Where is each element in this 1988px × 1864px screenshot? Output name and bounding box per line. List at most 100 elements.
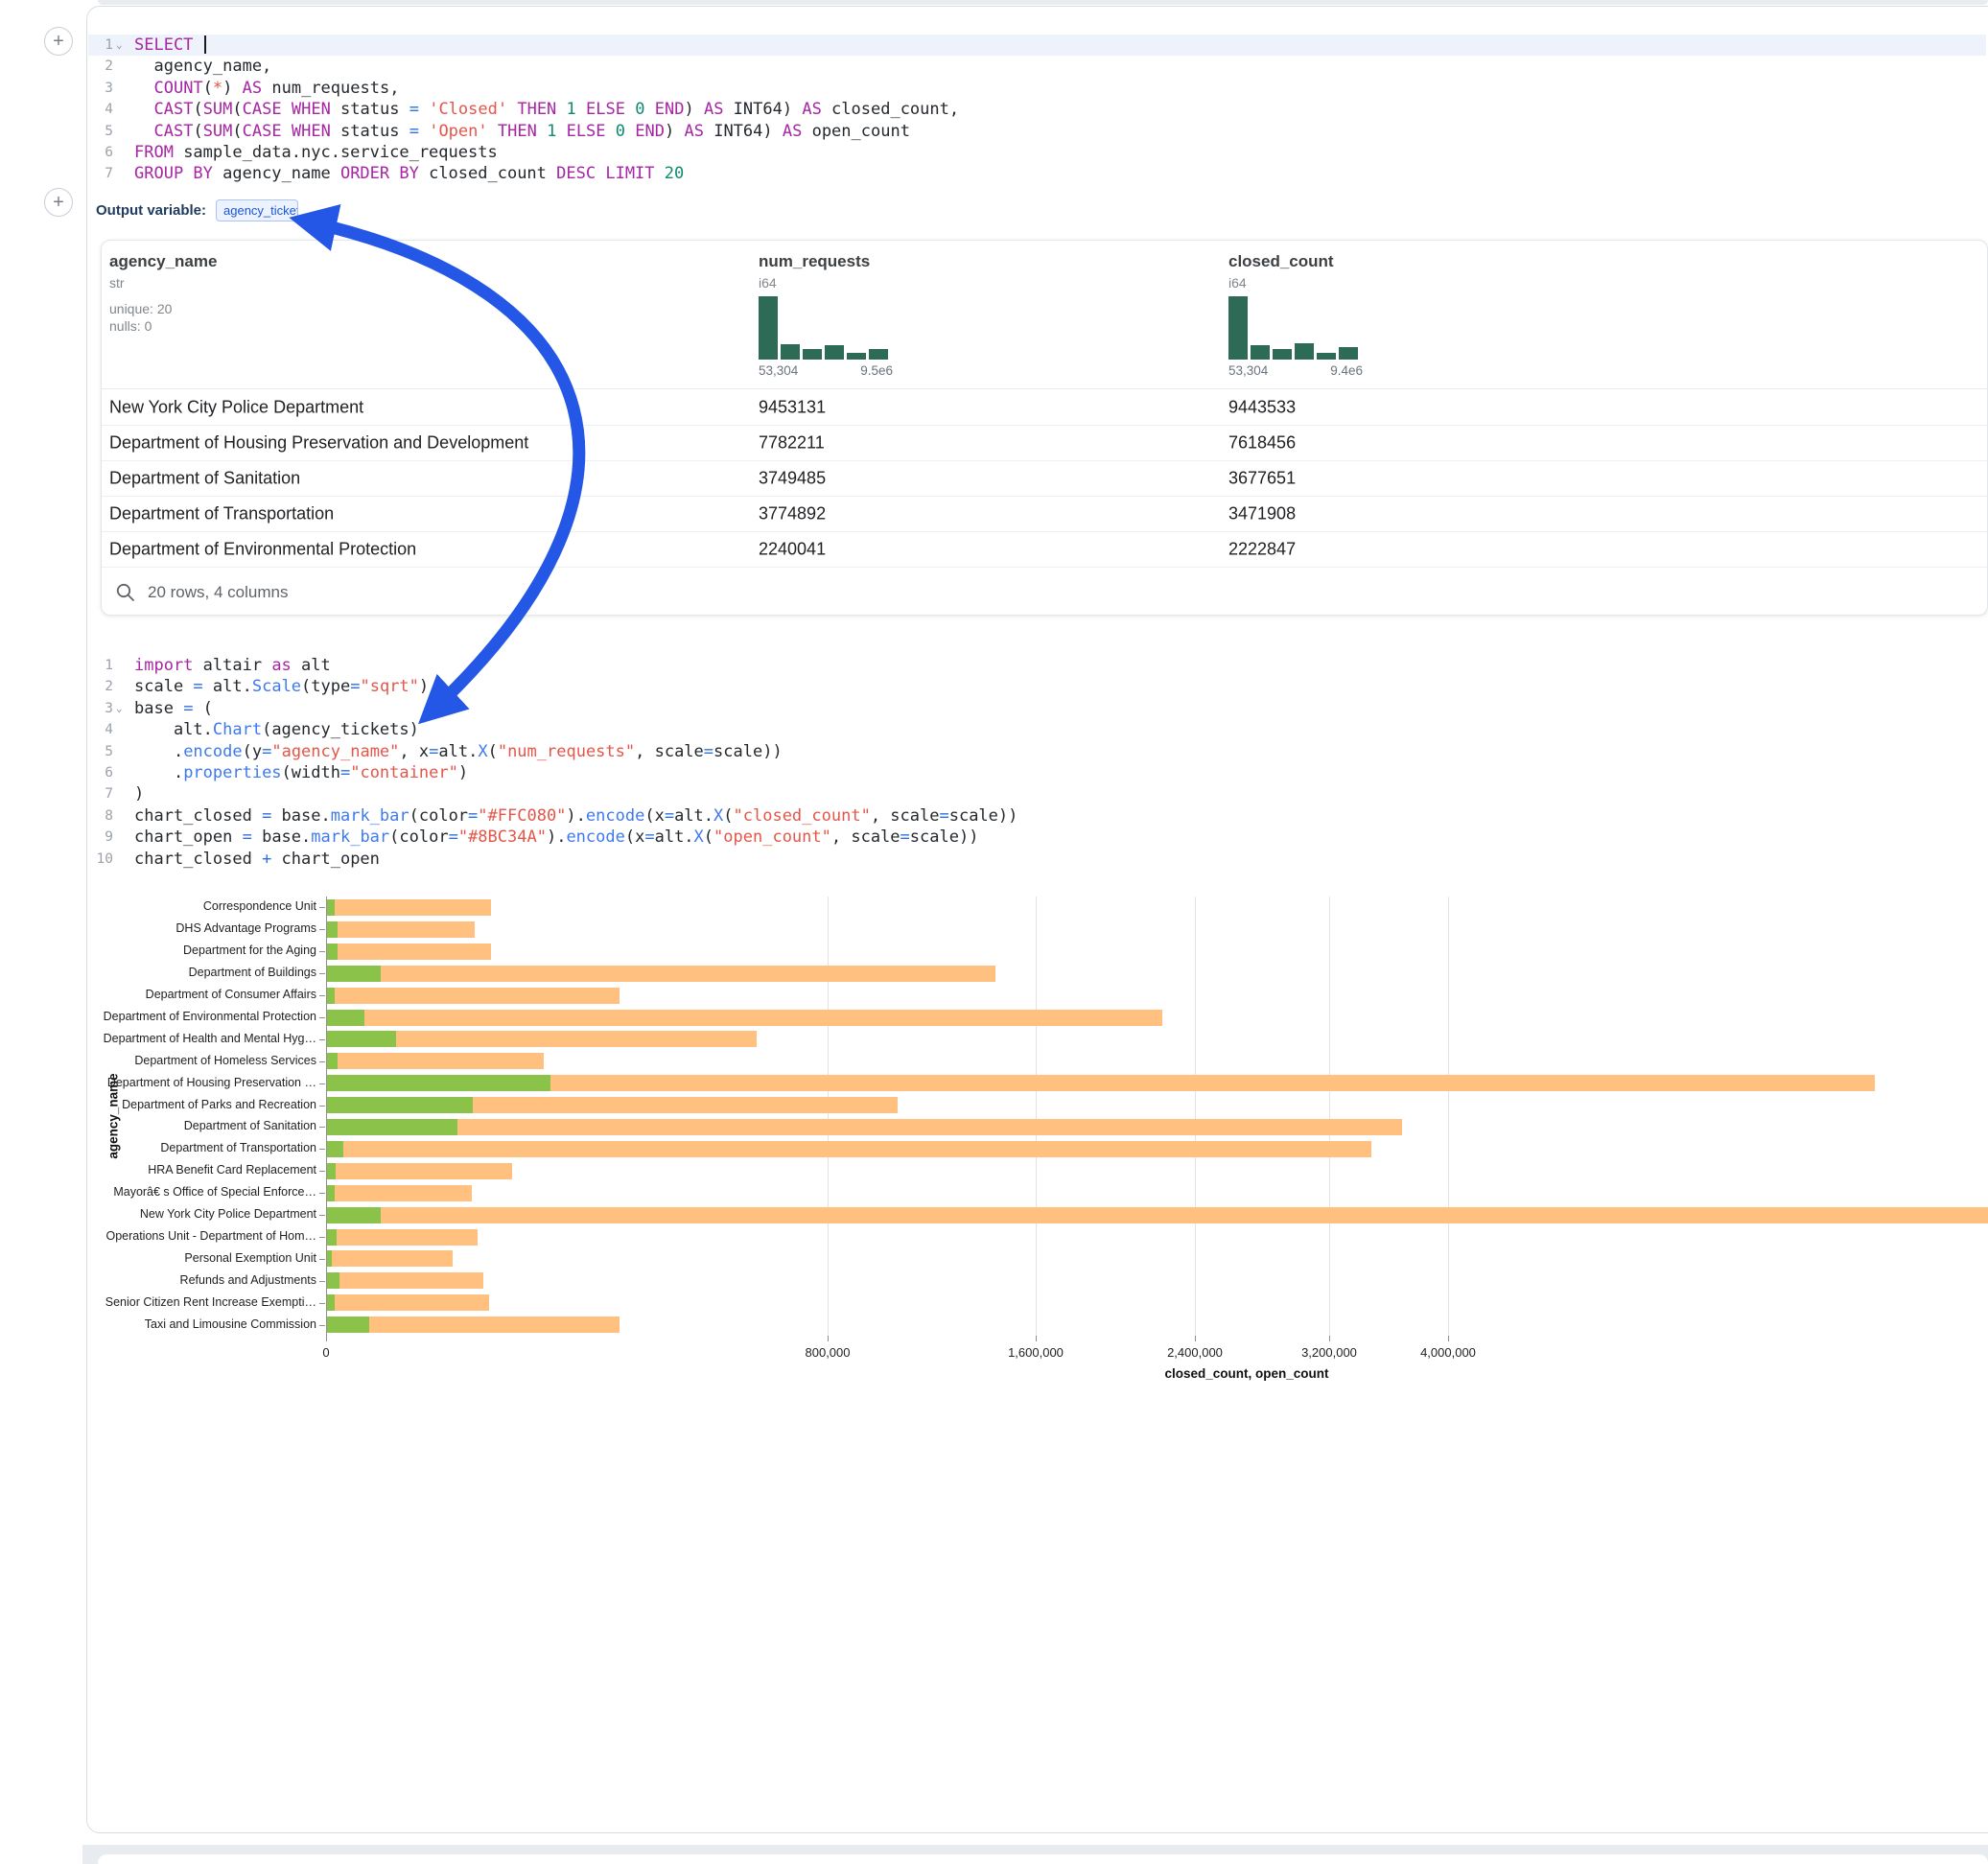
table-row[interactable]: Department of Sanitation37494853677651	[102, 460, 1987, 496]
code-line[interactable]: 7GROUP BY agency_name ORDER BY closed_co…	[88, 163, 1986, 184]
closed-bar	[326, 1229, 478, 1246]
x-tick-label: 800,000	[770, 1345, 885, 1360]
column-header-num-requests[interactable]: num_requests i64 53,304 9.5e6	[759, 252, 893, 378]
code-text: COUNT(*) AS num_requests,	[129, 78, 399, 99]
code-line[interactable]: 4 CAST(SUM(CASE WHEN status = 'Closed' T…	[88, 99, 1986, 120]
line-number: 3	[88, 698, 113, 719]
y-axis-tick	[319, 1325, 325, 1326]
y-axis-category-label: Operations Unit - Department of Hom…	[0, 1229, 316, 1243]
open-bar	[326, 1185, 335, 1201]
add-cell-button[interactable]: +	[44, 188, 73, 217]
search-icon[interactable]	[115, 582, 136, 603]
fold-chevron-icon[interactable]: ⌄	[113, 698, 129, 719]
open-bar	[326, 966, 381, 982]
closed-bar	[326, 921, 475, 938]
table-cell: 7618456	[1228, 433, 1296, 454]
code-line[interactable]: 8chart_closed = base.mark_bar(color="#FF…	[88, 805, 1986, 827]
column-header-closed-count[interactable]: closed_count i64 53,304 9.4e6	[1228, 252, 1363, 378]
gridline	[1329, 897, 1330, 1336]
column-header-agency-name[interactable]: agency_name str unique: 20 nulls: 0	[109, 252, 217, 335]
histogram-bar	[1295, 343, 1314, 360]
line-number: 7	[88, 783, 113, 804]
closed-bar	[326, 988, 620, 1004]
closed-bar	[326, 1272, 483, 1289]
table-row[interactable]: Department of Transportation377489234719…	[102, 496, 1987, 531]
line-number: 10	[88, 849, 113, 870]
histogram-bar	[759, 296, 778, 360]
table-cell: Department of Transportation	[109, 504, 334, 524]
table-row[interactable]: Department of Housing Preservation and D…	[102, 425, 1987, 460]
code-line[interactable]: 6FROM sample_data.nyc.service_requests	[88, 142, 1986, 163]
closed-bar	[326, 1316, 620, 1333]
closed-bar	[326, 1010, 1162, 1026]
output-variable-row: Output variable: agency_tickets	[96, 198, 298, 222]
y-axis-category-label: Department of Homeless Services	[0, 1054, 316, 1067]
y-axis-category-label: Department for the Aging	[0, 944, 316, 957]
histogram-max-label: 9.5e6	[860, 363, 893, 378]
line-number: 6	[88, 142, 113, 163]
chart-plot-area	[326, 897, 1988, 1336]
previous-cell-edge	[98, 0, 1988, 5]
code-line[interactable]: 3 COUNT(*) AS num_requests,	[88, 78, 1986, 99]
y-axis-tick	[319, 1303, 325, 1304]
code-text: )	[129, 783, 144, 804]
open-bar	[326, 899, 335, 916]
code-text: chart_closed + chart_open	[129, 849, 380, 870]
text-cursor	[204, 35, 206, 54]
code-line[interactable]: 5 CAST(SUM(CASE WHEN status = 'Open' THE…	[88, 121, 1986, 142]
y-axis-tick	[319, 1106, 325, 1107]
table-row[interactable]: New York City Police Department945313194…	[102, 389, 1987, 425]
code-line[interactable]: 1⌄SELECT	[88, 35, 1986, 56]
fold-chevron-icon[interactable]: ⌄	[113, 35, 129, 56]
closed-bar	[326, 899, 491, 916]
open-bar	[326, 988, 335, 1004]
y-axis-category-label: Department of Housing Preservation …	[0, 1076, 316, 1089]
code-text: alt.Chart(agency_tickets)	[129, 719, 419, 740]
line-number: 6	[88, 762, 113, 783]
code-line[interactable]: 7)	[88, 783, 1986, 804]
code-line[interactable]: 10 chart_closed + chart_open	[88, 849, 1986, 870]
open-bar	[326, 1294, 335, 1311]
code-text: .properties(width="container")	[129, 762, 468, 783]
code-line[interactable]: 9chart_open = base.mark_bar(color="#8BC3…	[88, 827, 1986, 848]
code-line[interactable]: 1import altair as alt	[88, 655, 1986, 676]
line-number: 1	[88, 655, 113, 676]
column-histogram	[1228, 296, 1363, 360]
table-cell: 9443533	[1228, 397, 1296, 417]
open-bar	[326, 1272, 339, 1289]
table-cell: New York City Police Department	[109, 397, 363, 417]
output-variable-chip[interactable]: agency_tickets	[216, 199, 298, 221]
column-histogram	[759, 296, 893, 360]
code-line[interactable]: 4 alt.Chart(agency_tickets)	[88, 719, 1986, 740]
python-cell-editor[interactable]: 1import altair as alt2scale = alt.Scale(…	[88, 655, 1986, 870]
code-line[interactable]: 2scale = alt.Scale(type="sqrt")	[88, 676, 1986, 697]
column-stat-nulls: nulls: 0	[109, 317, 217, 335]
closed-bar	[326, 1294, 489, 1311]
closed-bar	[326, 966, 995, 982]
histogram-bar	[1228, 296, 1248, 360]
x-axis-tick	[1329, 1336, 1330, 1341]
add-cell-button[interactable]: +	[44, 27, 73, 56]
column-name: closed_count	[1228, 252, 1363, 271]
code-line[interactable]: 5 .encode(y="agency_name", x=alt.X("num_…	[88, 741, 1986, 762]
code-text: agency_name,	[129, 56, 271, 77]
closed-bar	[326, 1207, 1988, 1223]
histogram-bar	[847, 353, 866, 360]
line-number: 5	[88, 121, 113, 142]
table-cell: Department of Sanitation	[109, 469, 300, 489]
table-row[interactable]: Department of Environmental Protection22…	[102, 531, 1987, 567]
x-axis-tick	[1195, 1336, 1196, 1341]
y-axis-tick	[319, 1149, 325, 1150]
y-axis-category-label: Department of Buildings	[0, 966, 316, 979]
open-bar	[326, 1010, 364, 1026]
results-footer: 20 rows, 4 columns	[102, 567, 1987, 616]
chart: closed_count, open_count agency_name 080…	[0, 897, 1988, 1395]
code-text: base = (	[129, 698, 213, 719]
code-line[interactable]: 6 .properties(width="container")	[88, 762, 1986, 783]
code-line[interactable]: 2 agency_name,	[88, 56, 1986, 77]
code-text: CAST(SUM(CASE WHEN status = 'Closed' THE…	[129, 99, 959, 120]
histogram-bar	[781, 344, 800, 360]
code-line[interactable]: 3⌄base = (	[88, 698, 1986, 719]
code-text: scale = alt.Scale(type="sqrt")	[129, 676, 429, 697]
sql-cell-editor[interactable]: 1⌄SELECT 2 agency_name,3 COUNT(*) AS num…	[88, 35, 1986, 185]
